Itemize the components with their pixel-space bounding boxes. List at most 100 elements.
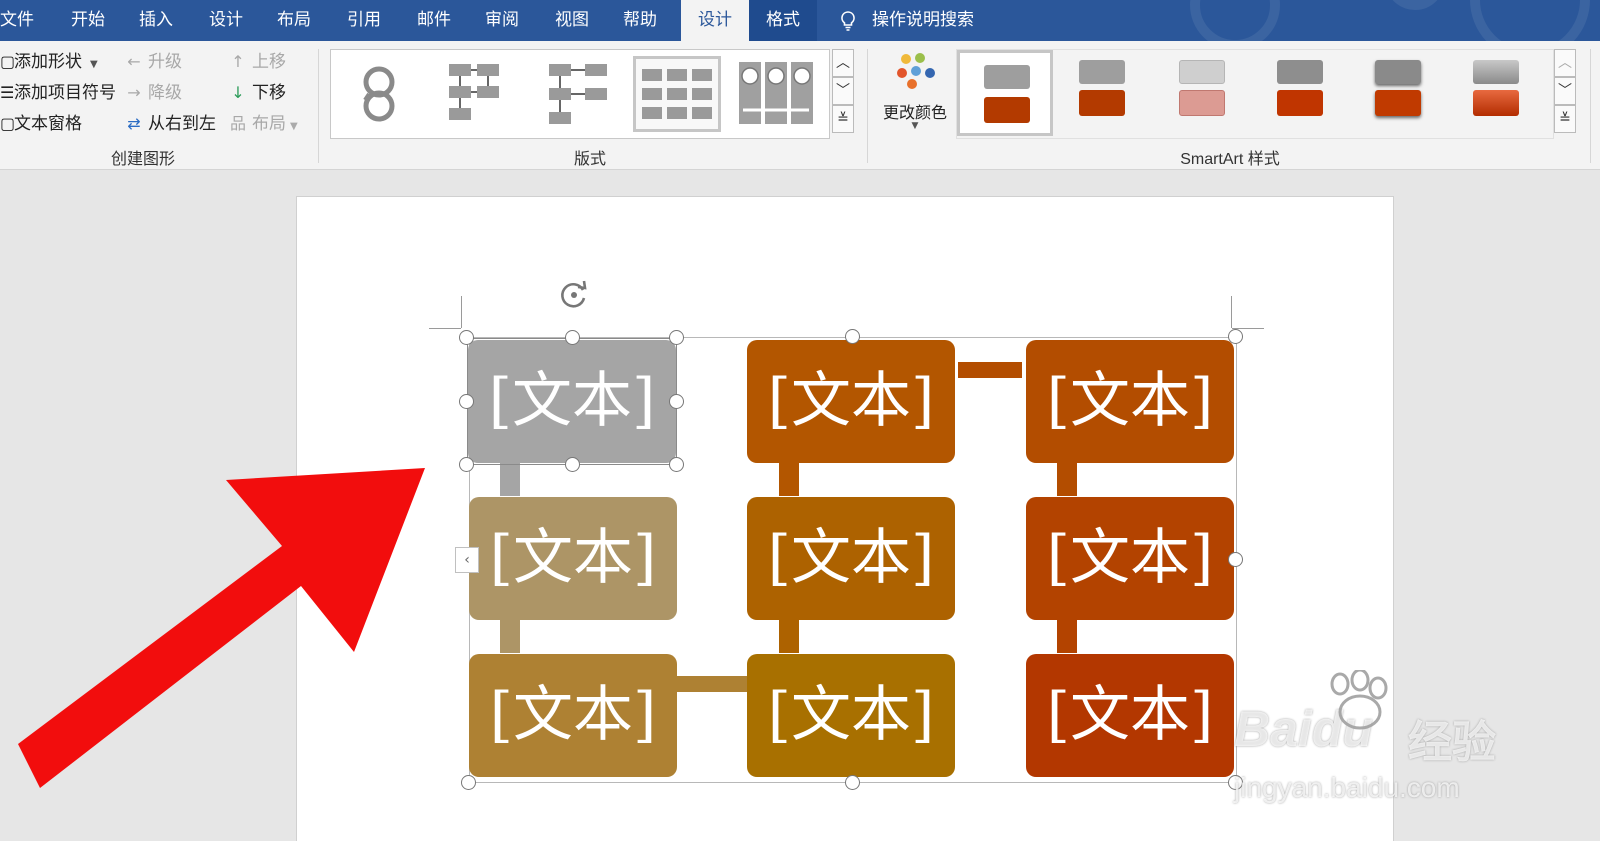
layout-option-circular[interactable]	[335, 56, 423, 132]
gallery-more-button[interactable]: ≚	[1554, 105, 1576, 133]
layout-option-snake-grid-selected[interactable]	[633, 56, 721, 132]
rotate-handle-icon[interactable]	[557, 278, 591, 312]
resize-handle[interactable]	[669, 330, 684, 345]
change-colors-label: 更改颜色	[882, 103, 947, 122]
connector	[1057, 463, 1077, 496]
tab-references[interactable]: 引用	[336, 0, 392, 41]
connector	[677, 676, 747, 692]
smartart-shape-3[interactable]: [文本]	[1026, 340, 1234, 463]
style-swatch-bottom	[1375, 90, 1421, 116]
tab-design[interactable]: 设计	[198, 0, 254, 41]
resize-handle[interactable]	[565, 330, 580, 345]
lightbulb-icon	[841, 11, 855, 31]
layout-button[interactable]: 品布局 ▼	[228, 111, 298, 137]
promote-button[interactable]: ← 升级	[124, 49, 182, 75]
style-swatch-top	[1079, 60, 1125, 84]
style-option-subtle[interactable]	[1157, 52, 1249, 124]
scroll-up-button[interactable]: ︿	[832, 49, 854, 77]
smartart-shape-7[interactable]: [文本]	[469, 654, 677, 777]
connector	[1057, 620, 1077, 653]
connector	[779, 620, 799, 653]
frame-handle[interactable]	[461, 775, 476, 790]
tab-smartart-design[interactable]: 设计	[681, 0, 749, 41]
decorative-circle	[1385, 0, 1445, 10]
right-to-left-label: 从右到左	[148, 114, 216, 134]
style-swatch-bottom	[984, 97, 1030, 123]
tab-help[interactable]: 帮助	[612, 0, 668, 41]
layout-option-circle-columns[interactable]	[733, 56, 821, 132]
connector	[500, 620, 520, 653]
tab-mailings[interactable]: 邮件	[406, 0, 462, 41]
resize-handle[interactable]	[669, 457, 684, 472]
frame-handle[interactable]	[845, 775, 860, 790]
style-swatch-bottom	[1079, 90, 1125, 116]
frame-handle[interactable]	[1228, 552, 1243, 567]
style-swatch-top	[1179, 60, 1225, 84]
bullet-icon: ☰	[0, 83, 15, 102]
style-swatch-top	[1375, 60, 1421, 84]
resize-handle[interactable]	[459, 394, 474, 409]
style-swatch-bottom	[1277, 90, 1323, 116]
ribbon: ▢添加形状 ▼ ☰添加项目符号 ▢文本窗格 ← 升级 → 降级 ⇄ 从右到左 ↑ 上移 ↓…	[0, 41, 1600, 170]
frame-handle[interactable]	[845, 329, 860, 344]
demote-label: 降级	[148, 83, 182, 103]
scroll-up-button[interactable]: ︿	[1554, 49, 1576, 77]
text-pane-icon: ▢	[0, 114, 16, 133]
add-shape-button[interactable]: ▢添加形状 ▼	[0, 49, 98, 75]
crop-mark	[1231, 296, 1232, 328]
style-option-gradient[interactable]	[1451, 52, 1543, 124]
connector	[500, 463, 520, 496]
create-graphic-group-label: 创建图形	[110, 149, 175, 168]
bending-process-icon	[449, 64, 499, 120]
scroll-down-button[interactable]: ﹀	[1554, 77, 1576, 105]
smartart-shape-8[interactable]: [文本]	[747, 654, 955, 777]
resize-handle[interactable]	[459, 457, 474, 472]
tab-review[interactable]: 审阅	[474, 0, 530, 41]
text-pane-toggle-button[interactable]: ‹	[455, 547, 479, 573]
right-to-left-button[interactable]: ⇄ 从右到左	[124, 111, 216, 137]
style-swatch-top	[1277, 60, 1323, 84]
move-up-label: 上移	[252, 52, 286, 72]
connector	[958, 362, 1022, 378]
move-up-button[interactable]: ↑ 上移	[228, 49, 286, 75]
circle-columns-icon	[739, 62, 813, 124]
tab-file[interactable]: 文件	[0, 0, 34, 41]
gallery-more-button[interactable]: ≚	[832, 105, 854, 133]
tab-format[interactable]: 格式	[749, 0, 817, 41]
move-down-button[interactable]: ↓ 下移	[228, 80, 286, 106]
smartart-shape-2[interactable]: [文本]	[747, 340, 955, 463]
text-pane-button[interactable]: ▢文本窗格	[0, 111, 82, 137]
resize-handle[interactable]	[565, 457, 580, 472]
add-shape-label: 添加形状	[14, 52, 82, 72]
watermark-brand-cn: 经验	[1408, 718, 1496, 767]
style-option-moderate[interactable]	[1255, 52, 1347, 124]
arrow-left-icon: ←	[127, 52, 141, 71]
layout-option-bending-process[interactable]	[435, 56, 523, 132]
resize-handle[interactable]	[669, 394, 684, 409]
tab-view[interactable]: 视图	[544, 0, 600, 41]
layout-option-tree[interactable]	[535, 56, 623, 132]
decorative-circle	[1470, 0, 1590, 41]
tab-home[interactable]: 开始	[60, 0, 116, 41]
change-colors-button[interactable]: 更改颜色 ▼	[874, 47, 956, 137]
resize-handle[interactable]	[459, 330, 474, 345]
style-option-intense[interactable]	[1353, 52, 1445, 124]
tab-insert[interactable]: 插入	[128, 0, 184, 41]
style-swatch-bottom	[1473, 90, 1519, 116]
smartart-shape-9[interactable]: [文本]	[1026, 654, 1234, 777]
layout-label: 布局	[252, 114, 286, 134]
style-option-simple-fill[interactable]	[957, 50, 1053, 136]
scroll-down-button[interactable]: ﹀	[832, 77, 854, 105]
style-option-white-outline[interactable]	[1057, 52, 1149, 124]
smartart-shape-5[interactable]: [文本]	[747, 497, 955, 620]
tab-layout[interactable]: 布局	[266, 0, 322, 41]
smartart-shape-6[interactable]: [文本]	[1026, 497, 1234, 620]
frame-handle[interactable]	[1228, 329, 1243, 344]
smartart-shape-4[interactable]: [文本]	[469, 497, 677, 620]
add-bullet-label: 添加项目符号	[14, 83, 116, 103]
add-bullet-button[interactable]: ☰添加项目符号	[0, 80, 116, 106]
demote-button[interactable]: → 降级	[124, 80, 182, 106]
arrow-up-icon: ↑	[231, 52, 245, 71]
smartart-shape-1[interactable]: [文本]	[468, 340, 676, 463]
chevron-down-icon: ▼	[290, 121, 298, 132]
